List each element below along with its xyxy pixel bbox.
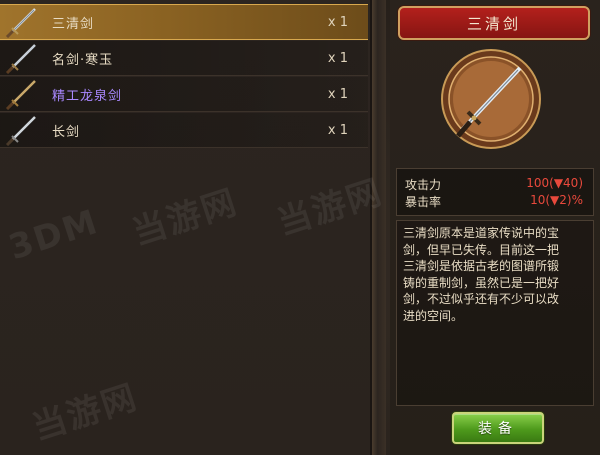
description-line: 铸的重制剑，虽然已是一把好 (403, 275, 560, 290)
sword-icon (5, 44, 36, 74)
item-quantity: x 1 (327, 14, 348, 30)
description-line: 剑，不过似乎还有不少可以改 (403, 292, 560, 306)
stats-box: 攻击力 100(▼40) 暴击率 10(▼2)% (396, 168, 594, 216)
item-name: 名剑·寒玉 (52, 52, 114, 68)
item-quantity: x 1 (327, 86, 348, 102)
description-line: 剑，但早已失传。目前这一把 (403, 242, 560, 257)
item-list-panel: 三清剑 x 1 名剑·寒玉 x 1 精工龙泉剑 x 1 长剑 x 1 (0, 0, 376, 455)
stat-row-attack: 攻击力 100(▼40) (405, 176, 587, 194)
item-quantity: x 1 (327, 122, 348, 138)
description-line: 三清剑是依据古老的图谱所锻 (403, 259, 560, 273)
item-title: 三清剑 (466, 14, 521, 33)
sword-icon (5, 80, 36, 110)
stat-label: 暴击率 (405, 195, 442, 209)
stat-label: 攻击力 (405, 178, 442, 192)
equip-button[interactable]: 装备 (452, 412, 544, 444)
description-box: 三清剑原本是道家传说中的宝 剑，但早已失传。目前这一把 三清剑是依据古老的图谱所… (396, 220, 594, 406)
stat-row-crit-rate: 暴击率 10(▼2)% (405, 193, 587, 211)
item-quantity: x 1 (327, 50, 348, 66)
item-name: 三清剑 (52, 16, 95, 32)
stat-value: 100(▼40) (526, 176, 583, 190)
item-portrait-sword-icon (441, 49, 541, 149)
item-description: 三清剑原本是道家传说中的宝 剑，但早已失传。目前这一把 三清剑是依据古老的图谱所… (403, 225, 579, 324)
list-item-long-sword[interactable]: 长剑 x 1 (0, 113, 368, 148)
sword-icon (5, 8, 36, 38)
list-item-hanyu-sword[interactable]: 名剑·寒玉 x 1 (0, 41, 368, 76)
item-title-banner: 三清剑 (398, 6, 590, 40)
sword-icon (5, 116, 36, 146)
stat-value: 10(▼2)% (530, 193, 583, 207)
item-name: 精工龙泉剑 (52, 88, 123, 104)
description-line: 三清剑原本是道家传说中的宝 (403, 226, 560, 240)
list-item-sanqing-sword[interactable]: 三清剑 x 1 (0, 4, 368, 40)
equip-button-label: 装备 (478, 421, 518, 437)
description-line: 进的空间。 (403, 308, 464, 323)
list-item-longquan-sword[interactable]: 精工龙泉剑 x 1 (0, 77, 368, 112)
game-window: 三清剑 x 1 名剑·寒玉 x 1 精工龙泉剑 x 1 长剑 x 1 三清剑 攻… (0, 0, 600, 455)
item-name: 长剑 (52, 124, 81, 140)
panel-divider (372, 0, 386, 455)
